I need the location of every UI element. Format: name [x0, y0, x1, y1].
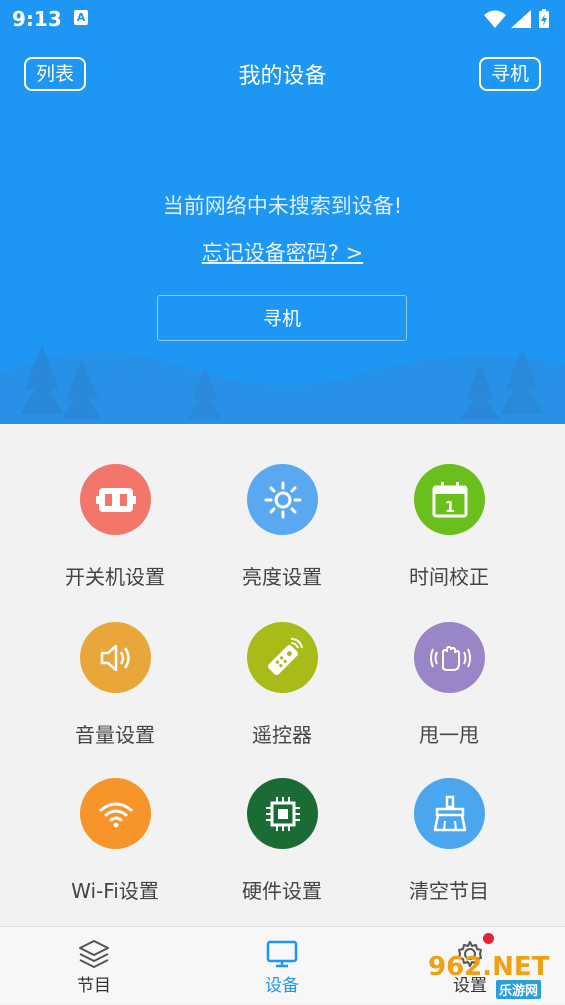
header-banner: 9:13 A 列表 我的设备 寻机 当前网络中未搜索到设备! 忘记设备密码? >…: [0, 0, 565, 424]
status-icons: [483, 8, 553, 34]
watermark-subtext: 乐游网: [496, 980, 542, 999]
site-watermark-logo: 962.NET 乐游网: [428, 952, 560, 1000]
no-device-message: 当前网络中未搜索到设备!: [162, 194, 403, 218]
clear-programs-label: 清空节目: [409, 879, 489, 903]
wifi-settings-item[interactable]: Wi-Fi设置: [21, 738, 209, 903]
volume-icon: [80, 622, 151, 693]
tab-programs[interactable]: 节目: [0, 927, 188, 1005]
clear-programs-item[interactable]: 清空节目: [355, 738, 543, 903]
tab-devices[interactable]: 设备: [188, 927, 376, 1005]
shake-item[interactable]: 甩一甩: [355, 582, 543, 747]
svg-text:1: 1: [444, 498, 454, 516]
wifi-signal-icon: [484, 10, 506, 28]
forgot-password-link[interactable]: 忘记设备密码? >: [0, 237, 565, 267]
notification-dot: [483, 933, 494, 944]
wifi-icon: [80, 778, 151, 849]
broom-icon: [414, 778, 485, 849]
find-device-top-button[interactable]: 寻机: [478, 57, 541, 91]
calendar-icon: 1: [414, 464, 485, 535]
monitor-icon: [266, 940, 298, 968]
remote-control-item[interactable]: 遥控器: [188, 582, 376, 747]
power-plug-icon: [80, 464, 151, 535]
cell-signal-icon: [511, 10, 531, 28]
watermark-text: 962.NET: [428, 952, 550, 982]
status-time: 9:13: [12, 7, 62, 31]
tab-programs-label: 节目: [77, 976, 111, 996]
hardware-settings-label: 硬件设置: [242, 879, 322, 903]
volume-settings-item[interactable]: 音量设置: [21, 582, 209, 747]
search-device-button[interactable]: 寻机: [157, 295, 407, 341]
remote-control-icon: [247, 622, 318, 693]
notification-badge-icon: A: [74, 10, 88, 25]
shake-hand-icon: [414, 622, 485, 693]
forgot-password-text[interactable]: 忘记设备密码? >: [202, 241, 363, 265]
chip-icon: [247, 778, 318, 849]
status-bar: 9:13 A: [0, 0, 565, 38]
layers-icon: [79, 940, 109, 968]
power-settings-item[interactable]: 开关机设置: [21, 424, 209, 589]
time-calibration-item[interactable]: 1 时间校正: [355, 424, 543, 589]
tab-devices-label: 设备: [265, 976, 299, 996]
brightness-settings-item[interactable]: 亮度设置: [188, 424, 376, 589]
brightness-icon: [247, 464, 318, 535]
feature-grid: 开关机设置 亮度设置 1 时间校正 音量设置 遥控器 甩一甩 Wi-Fi设置 硬…: [0, 424, 565, 926]
hardware-settings-item[interactable]: 硬件设置: [188, 738, 376, 903]
wifi-settings-label: Wi-Fi设置: [71, 879, 159, 903]
